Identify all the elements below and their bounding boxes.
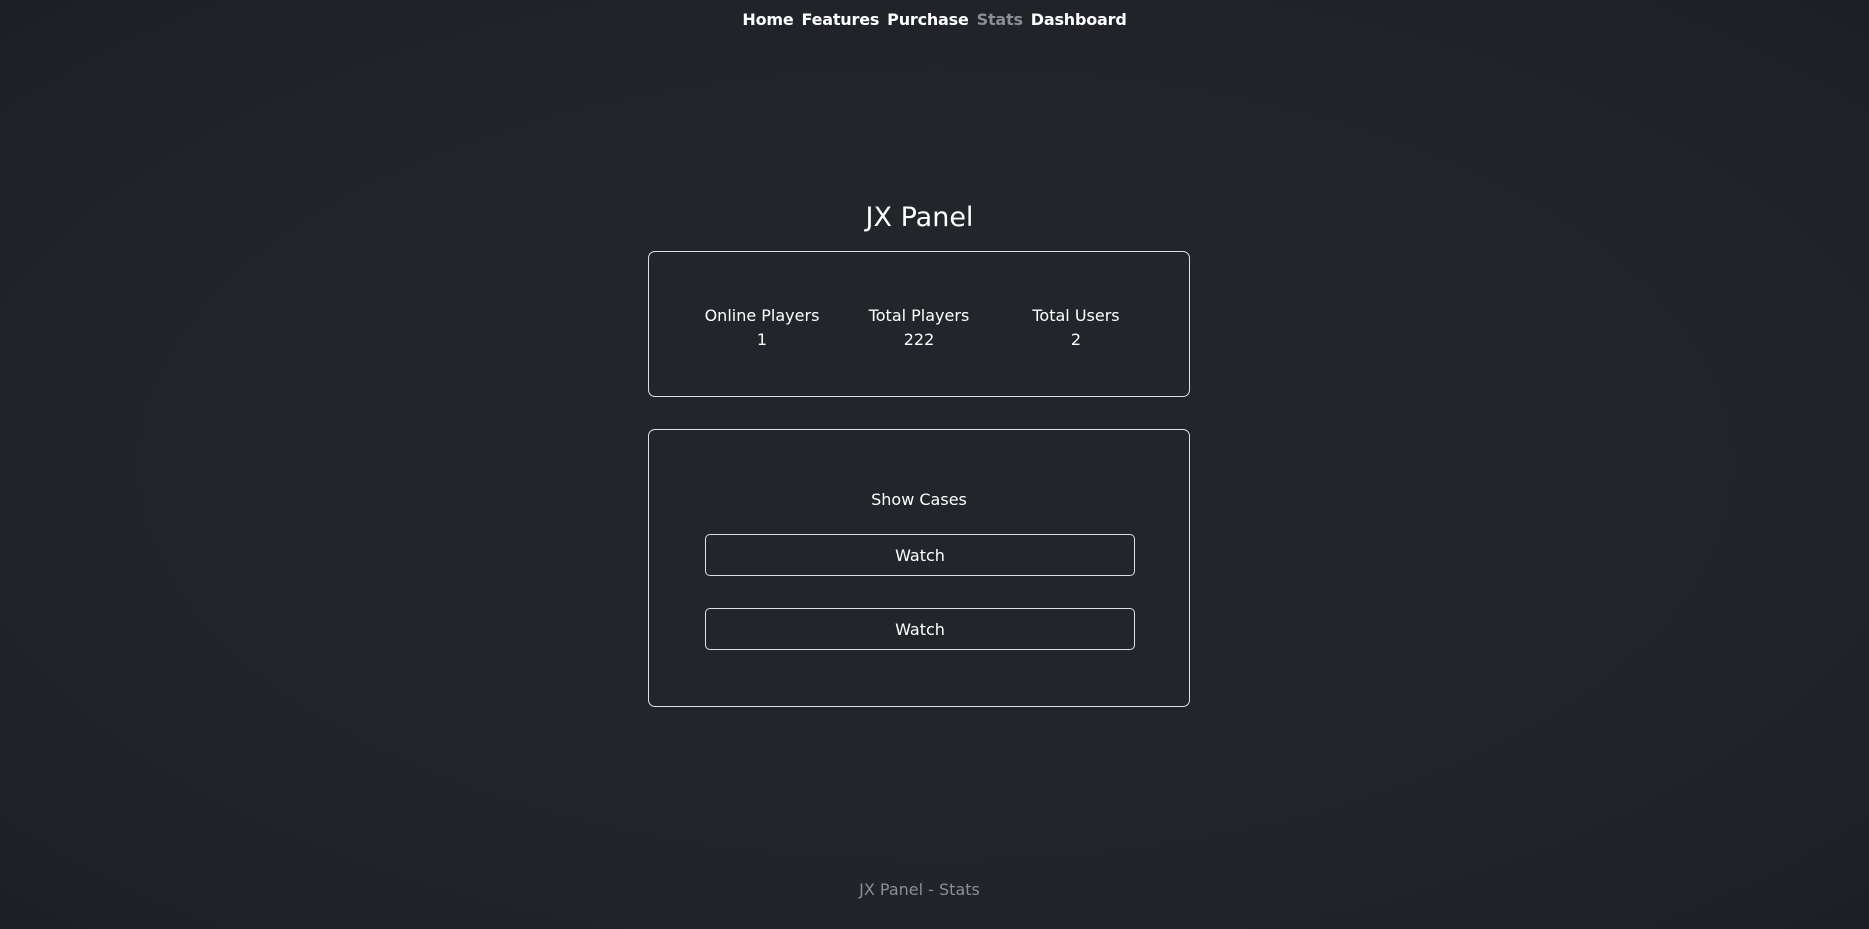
stat-total-users: Total Users 2 xyxy=(998,304,1155,352)
nav-link-stats[interactable]: Stats xyxy=(977,10,1023,29)
footer-text: JX Panel - Stats xyxy=(859,880,980,899)
stat-total-players: Total Players 222 xyxy=(841,304,998,352)
nav-link-home[interactable]: Home xyxy=(742,10,793,29)
stat-label: Online Players xyxy=(704,306,820,325)
stat-value: 222 xyxy=(903,330,935,349)
stat-label: Total Players xyxy=(868,306,970,325)
stats-card: Online Players 1 Total Players 222 Total… xyxy=(648,251,1190,397)
nav-link-features[interactable]: Features xyxy=(802,10,880,29)
watch-button-2[interactable]: Watch xyxy=(705,608,1135,650)
stat-value: 2 xyxy=(1070,330,1082,349)
nav-link-dashboard[interactable]: Dashboard xyxy=(1031,10,1127,29)
stat-online-players: Online Players 1 xyxy=(684,304,841,352)
stat-label: Total Users xyxy=(1032,306,1120,325)
showcase-label: Show Cases xyxy=(871,490,967,509)
page-title: JX Panel xyxy=(865,202,974,233)
top-nav: Home Features Purchase Stats Dashboard xyxy=(0,10,1869,29)
showcase-card: Show Cases Watch Watch xyxy=(648,429,1190,707)
nav-link-purchase[interactable]: Purchase xyxy=(887,10,969,29)
stat-value: 1 xyxy=(756,330,768,349)
watch-button-1[interactable]: Watch xyxy=(705,534,1135,576)
stats-row: Online Players 1 Total Players 222 Total… xyxy=(649,304,1189,352)
